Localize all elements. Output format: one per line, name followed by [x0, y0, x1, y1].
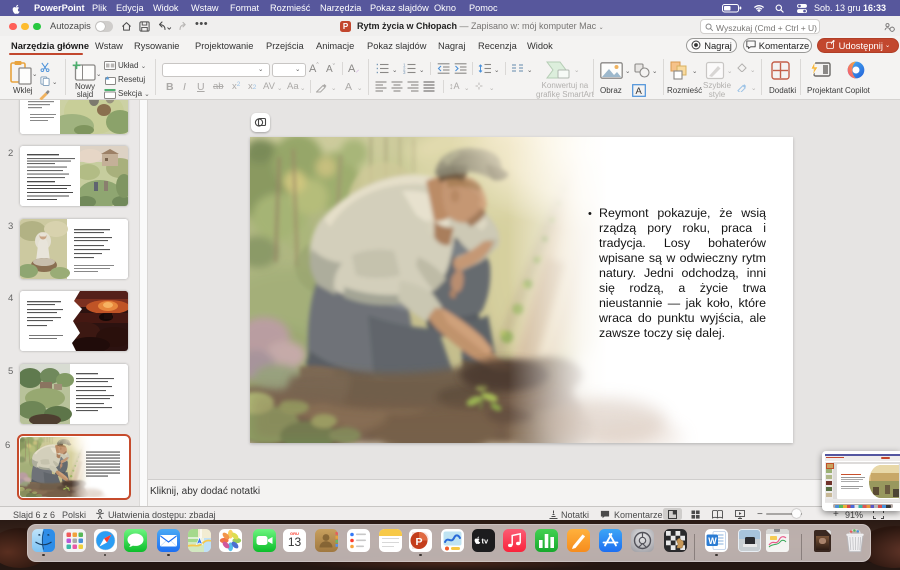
svg-text:tv: tv: [482, 537, 489, 546]
svg-text:P: P: [416, 536, 423, 548]
svg-text:A: A: [636, 86, 643, 97]
svg-text:W: W: [708, 536, 717, 546]
svg-text:3: 3: [403, 70, 406, 74]
